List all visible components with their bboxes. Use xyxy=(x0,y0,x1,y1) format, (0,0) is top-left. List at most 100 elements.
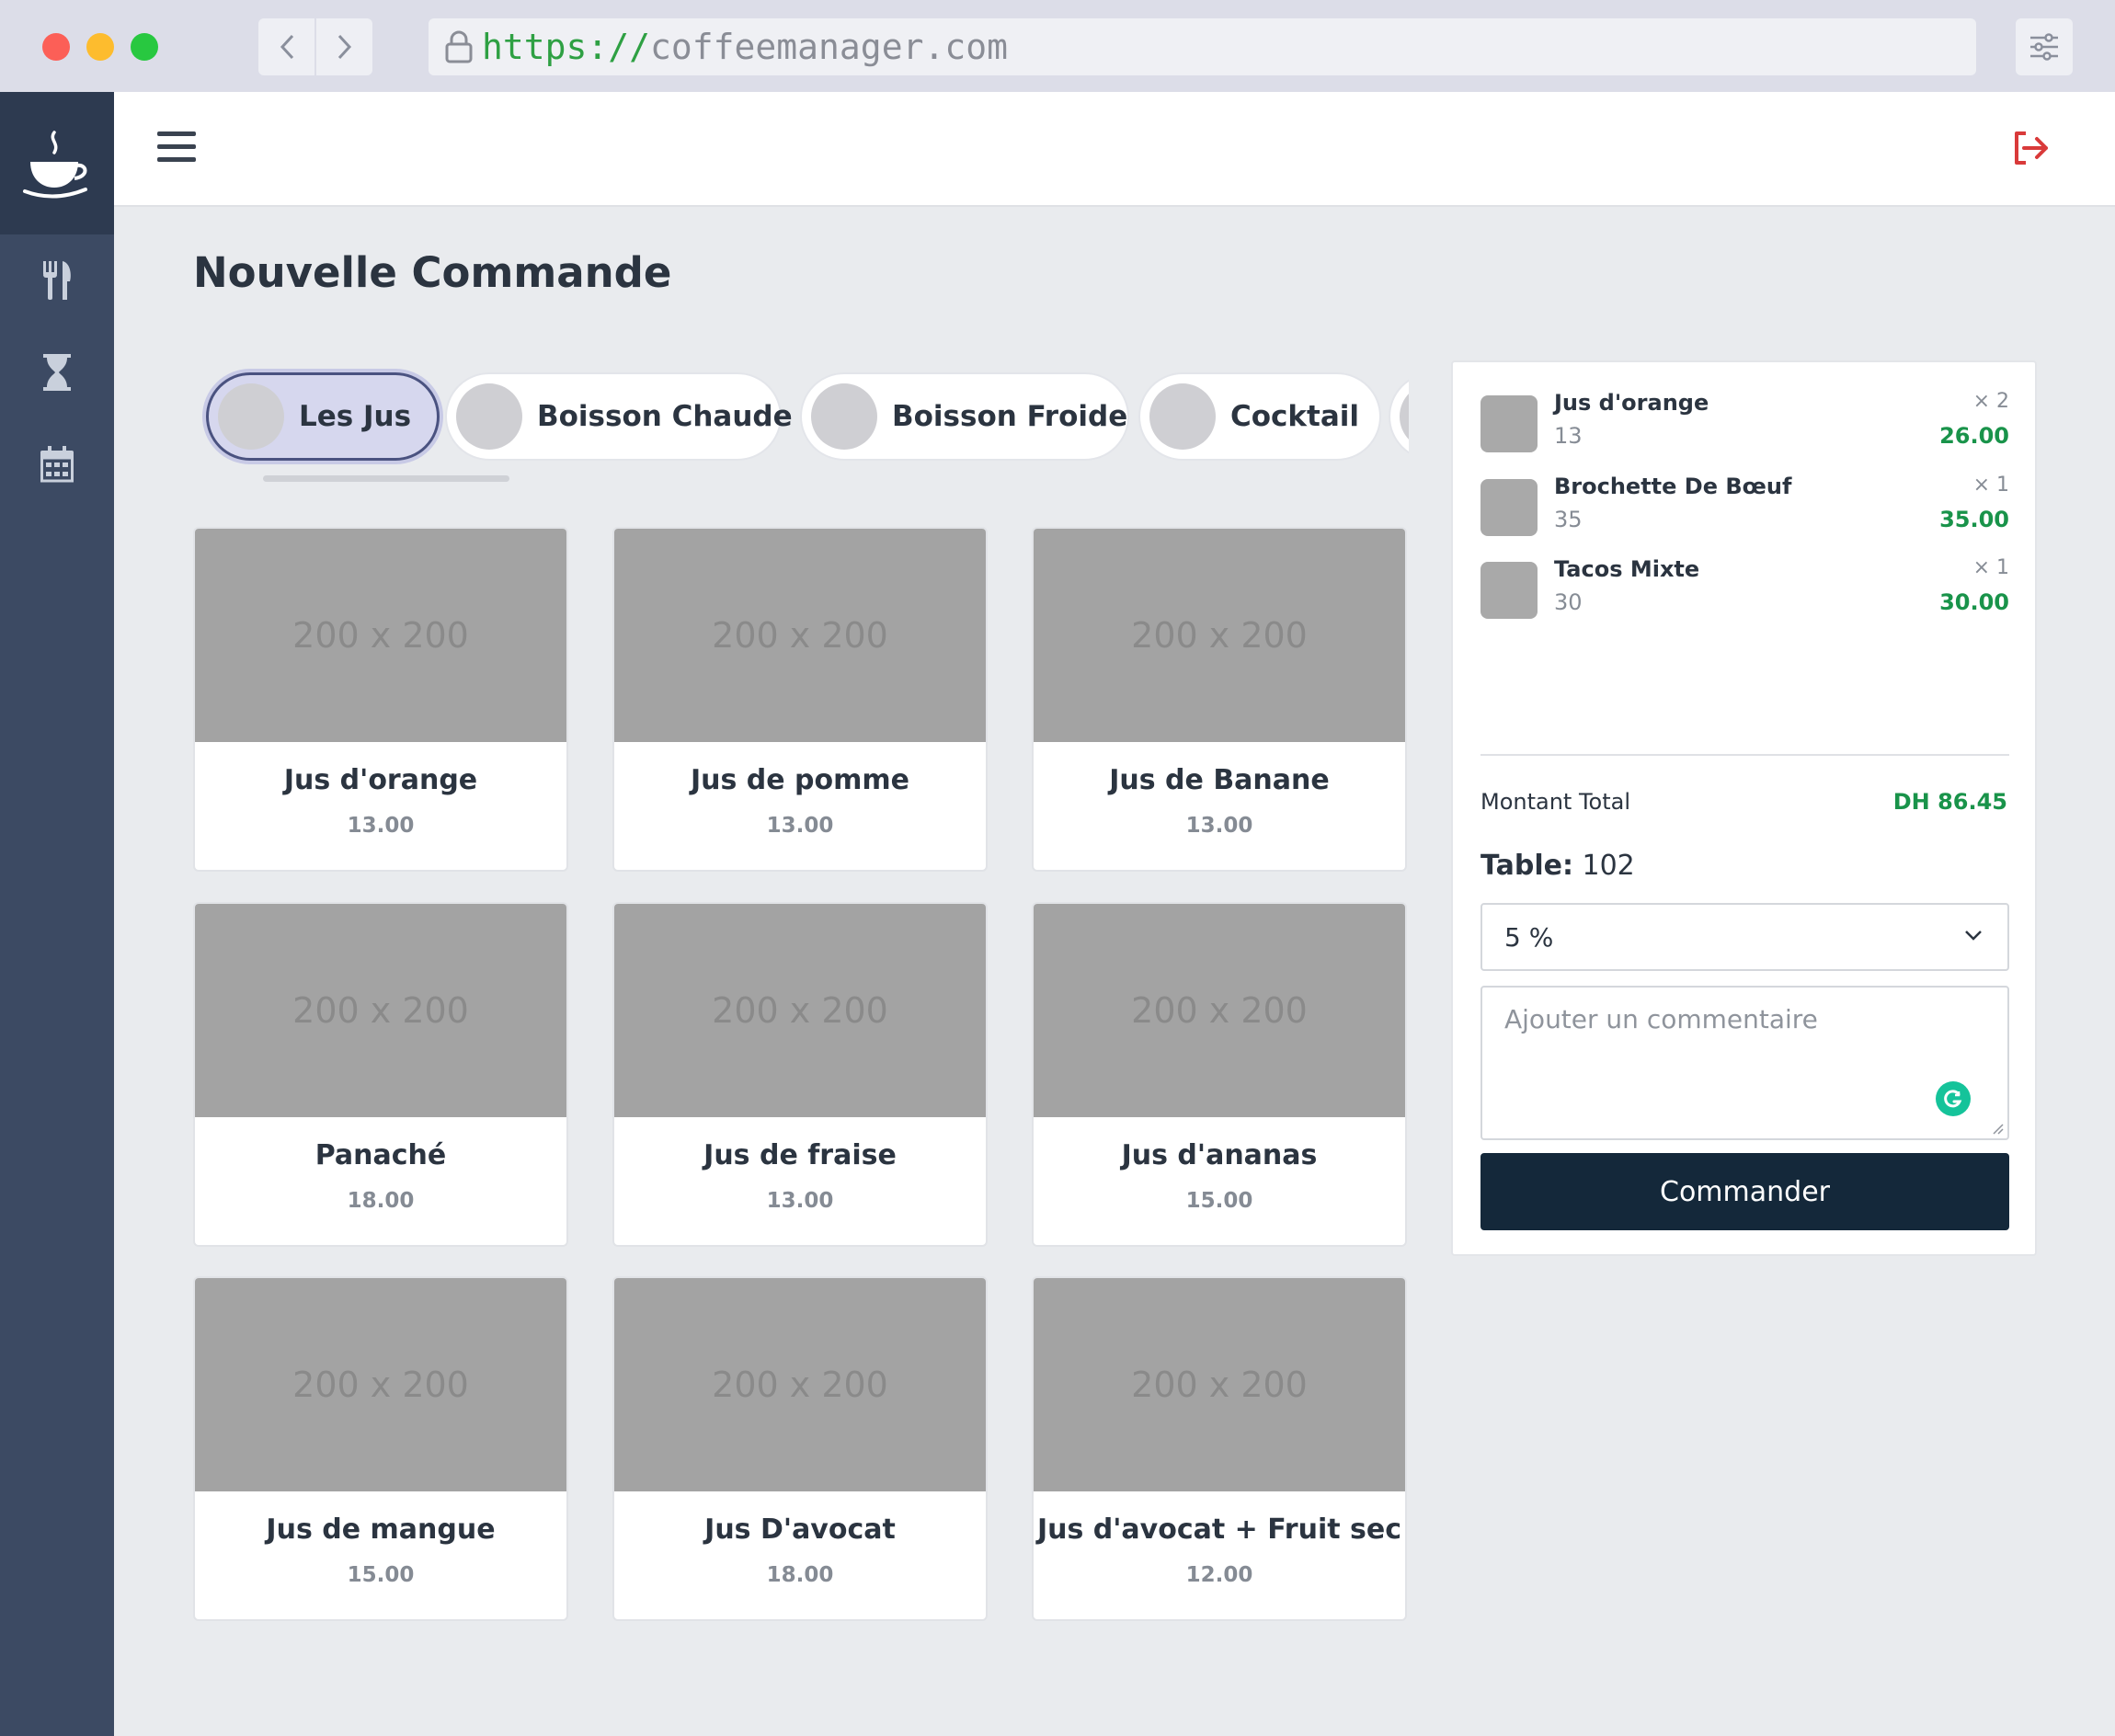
window-minimize-button[interactable] xyxy=(86,33,114,61)
product-price: 18.00 xyxy=(766,1563,834,1587)
product-price: 13.00 xyxy=(766,814,834,838)
top-bar xyxy=(114,92,2115,207)
order-item-quantity: × 1 xyxy=(1972,556,2009,579)
chevron-left-icon xyxy=(280,34,293,60)
product-image-placeholder: 200 x 200 xyxy=(1034,904,1405,1117)
product-price: 12.00 xyxy=(1185,1563,1253,1587)
product-card[interactable]: 200 x 200 Panaché 18.00 xyxy=(193,902,568,1247)
browser-settings-button[interactable] xyxy=(2016,18,2073,75)
product-price: 15.00 xyxy=(1185,1189,1253,1213)
grammarly-icon[interactable] xyxy=(1936,1081,1971,1116)
product-image-placeholder: 200 x 200 xyxy=(195,904,566,1117)
back-button[interactable] xyxy=(258,18,314,75)
coffee-cup-icon xyxy=(23,130,87,199)
menu-toggle-button[interactable] xyxy=(156,127,197,167)
product-image-placeholder: 200 x 200 xyxy=(1034,1278,1405,1491)
product-price: 18.00 xyxy=(347,1189,415,1213)
logout-button[interactable] xyxy=(2008,125,2054,171)
product-name: Jus D'avocat xyxy=(704,1513,896,1546)
order-item[interactable]: Brochette De Bœuf 35 × 1 35.00 xyxy=(1480,474,2009,538)
product-card[interactable]: 200 x 200 Jus de fraise 13.00 xyxy=(612,902,988,1247)
discount-selected-value: 5 % xyxy=(1504,921,1554,953)
browser-nav-buttons xyxy=(258,18,372,75)
product-image-placeholder: 200 x 200 xyxy=(195,529,566,742)
order-item-total: 30.00 xyxy=(1939,589,2009,615)
sidebar-item-pending[interactable] xyxy=(0,345,114,400)
category-pill-cocktail[interactable]: Cocktail xyxy=(1138,372,1381,461)
total-value: DH 86.45 xyxy=(1892,789,2007,815)
product-price: 13.00 xyxy=(766,1189,834,1213)
product-image-placeholder: 200 x 200 xyxy=(1034,529,1405,742)
order-item-name: Jus d'orange xyxy=(1554,390,1709,416)
app-logo[interactable] xyxy=(0,92,114,234)
category-label: Cocktail xyxy=(1230,400,1360,433)
product-name: Jus de mangue xyxy=(266,1513,496,1546)
product-name: Jus d'orange xyxy=(283,764,478,796)
comment-placeholder: Ajouter un commentaire xyxy=(1504,1004,1818,1034)
url-scheme: https:// xyxy=(482,27,651,67)
product-price: 13.00 xyxy=(1185,814,1253,838)
forward-button[interactable] xyxy=(314,18,372,75)
utensils-icon xyxy=(43,261,71,300)
browser-chrome: https://coffeemanager.com xyxy=(0,0,2115,92)
product-image-placeholder: 200 x 200 xyxy=(614,529,986,742)
chevron-down-icon xyxy=(1965,931,1982,941)
sliders-icon xyxy=(2030,33,2058,61)
order-item[interactable]: Tacos Mixte 30 × 1 30.00 xyxy=(1480,556,2009,621)
category-pill-boisson-chaude[interactable]: Boisson Chaude xyxy=(445,372,793,461)
product-card[interactable]: 200 x 200 Jus d'avocat + Fruit sec 12.00 xyxy=(1032,1276,1407,1621)
product-card[interactable]: 200 x 200 Jus de Banane 13.00 xyxy=(1032,527,1407,872)
order-item-quantity: × 2 xyxy=(1972,390,2009,413)
category-pill-les-jus[interactable]: Les Jus xyxy=(206,372,440,461)
address-bar[interactable]: https://coffeemanager.com xyxy=(429,18,1976,75)
sidebar-item-calendar[interactable] xyxy=(0,437,114,492)
window-close-button[interactable] xyxy=(42,33,70,61)
category-label: Boisson Chaude xyxy=(537,400,793,433)
discount-select[interactable]: 5 % xyxy=(1480,903,2009,971)
hourglass-icon xyxy=(43,354,71,391)
category-pill-more[interactable] xyxy=(1389,372,1409,461)
product-card[interactable]: 200 x 200 Jus de mangue 15.00 xyxy=(193,1276,568,1621)
category-pill-boisson-froide[interactable]: Boisson Froide xyxy=(800,372,1129,461)
order-item[interactable]: Jus d'orange 13 × 2 26.00 xyxy=(1480,390,2009,454)
product-price: 13.00 xyxy=(347,814,415,838)
product-name: Jus de fraise xyxy=(703,1139,897,1171)
product-name: Jus de pomme xyxy=(690,764,910,796)
sidebar-item-menu[interactable] xyxy=(0,253,114,308)
product-card[interactable]: 200 x 200 Jus de pomme 13.00 xyxy=(612,527,988,872)
order-item-name: Brochette De Bœuf xyxy=(1554,474,1792,499)
product-card[interactable]: 200 x 200 Jus d'ananas 15.00 xyxy=(1032,902,1407,1247)
category-thumbnail xyxy=(218,383,284,450)
order-item-total: 35.00 xyxy=(1939,507,2009,532)
order-item-unit-price: 13 xyxy=(1554,423,1583,449)
order-item-quantity: × 1 xyxy=(1972,474,2009,497)
product-card[interactable]: 200 x 200 Jus D'avocat 18.00 xyxy=(612,1276,988,1621)
category-label: Les Jus xyxy=(299,400,412,433)
product-image-placeholder: 200 x 200 xyxy=(614,1278,986,1491)
product-price: 15.00 xyxy=(347,1563,415,1587)
category-strip: Les Jus Boisson Chaude Boisson Froide Co… xyxy=(193,363,1409,492)
window-maximize-button[interactable] xyxy=(131,33,158,61)
calendar-icon xyxy=(40,446,74,483)
category-thumbnail xyxy=(1149,383,1216,450)
logout-icon xyxy=(2015,131,2048,165)
product-card[interactable]: 200 x 200 Jus d'orange 13.00 xyxy=(193,527,568,872)
resize-handle-icon[interactable] xyxy=(1991,1122,2004,1135)
product-image-placeholder: 200 x 200 xyxy=(614,904,986,1117)
total-label: Montant Total xyxy=(1480,789,1631,815)
comment-textarea[interactable]: Ajouter un commentaire xyxy=(1480,986,2009,1140)
product-name: Panaché xyxy=(314,1139,447,1171)
order-item-unit-price: 35 xyxy=(1554,507,1583,532)
order-item-name: Tacos Mixte xyxy=(1554,556,1700,582)
submit-order-button[interactable]: Commander xyxy=(1480,1153,2009,1230)
order-item-unit-price: 30 xyxy=(1554,589,1583,615)
category-thumbnail xyxy=(456,383,522,450)
product-name: Jus de Banane xyxy=(1109,764,1330,796)
table-label: Table: xyxy=(1480,850,1573,882)
grammarly-g-icon xyxy=(1944,1090,1962,1108)
category-thumbnail xyxy=(811,383,877,450)
product-name: Jus d'ananas xyxy=(1121,1139,1318,1171)
chevron-right-icon xyxy=(337,34,351,60)
category-scrollbar[interactable] xyxy=(263,475,509,482)
order-item-thumbnail xyxy=(1480,479,1538,536)
